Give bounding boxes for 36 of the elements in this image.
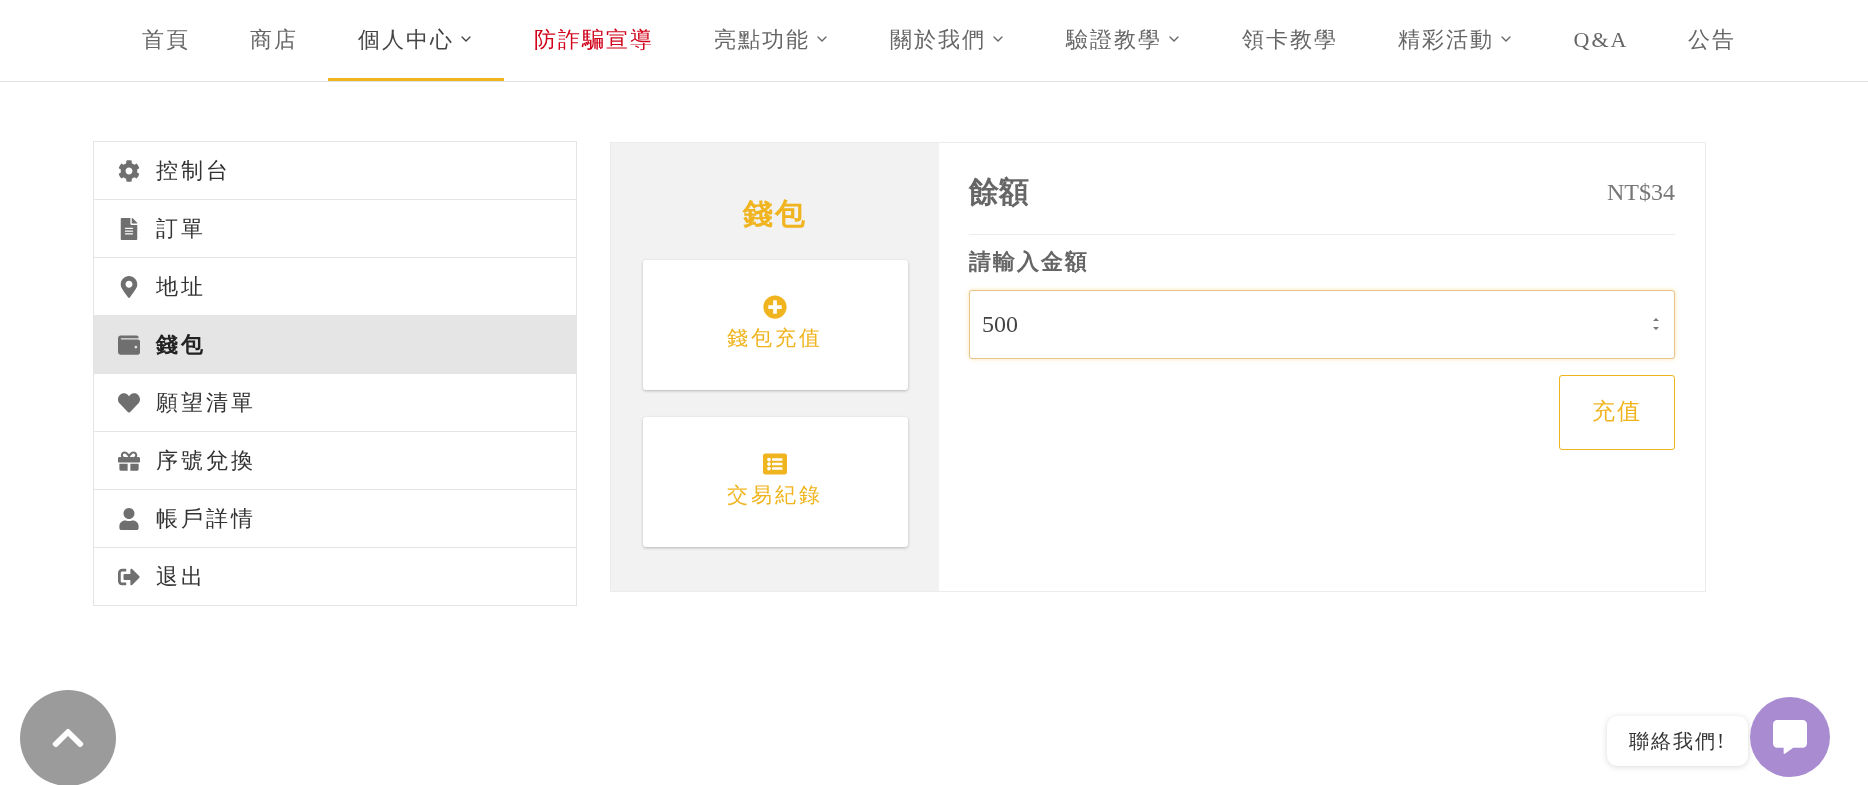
sidebar-item[interactable]: 願望清單 — [93, 373, 577, 432]
list-icon — [763, 452, 787, 477]
document-icon — [118, 217, 140, 240]
nav-link[interactable]: 精彩活動 — [1367, 0, 1544, 81]
nav-link[interactable]: 驗證教學 — [1035, 0, 1212, 81]
nav-link[interactable]: 關於我們 — [859, 0, 1036, 81]
contact-tooltip: 聯絡我們! — [1607, 716, 1748, 766]
amount-input-field[interactable]: 500 — [969, 290, 1675, 359]
sidebar-item[interactable]: 訂單 — [93, 199, 577, 258]
sidebar-item[interactable]: 序號兌換 — [93, 431, 577, 490]
gear-icon — [118, 159, 140, 182]
map-pin-icon — [118, 275, 140, 298]
balance-heading: 餘額 — [969, 174, 1029, 210]
sidebar-item[interactable]: 控制台 — [93, 141, 577, 200]
wallet-action-label: 錢包充值 — [727, 325, 823, 353]
amount-label: 請輸入金額 — [969, 248, 1090, 276]
balance-amount: NT$34 — [1607, 177, 1675, 207]
nav-link[interactable]: 防詐騙宣導 — [503, 0, 684, 81]
nav-link[interactable]: 亮點功能 — [683, 0, 860, 81]
chat-icon — [1773, 720, 1807, 754]
nav-link[interactable]: 領卡教學 — [1211, 0, 1368, 81]
gift-icon — [118, 449, 140, 472]
nav-link[interactable]: 首頁 — [111, 0, 220, 81]
person-icon — [118, 507, 140, 530]
nav-link[interactable]: 公告 — [1658, 0, 1767, 81]
sidebar-item[interactable]: 錢包 — [93, 315, 577, 374]
sidebar-item[interactable]: 帳戶詳情 — [93, 489, 577, 548]
sidebar-item[interactable]: 地址 — [93, 257, 577, 316]
heart-icon — [118, 391, 140, 414]
wallet-icon — [118, 333, 140, 356]
wallet-heading: 錢包 — [743, 196, 807, 232]
wallet-action-label: 交易紀錄 — [727, 482, 823, 510]
nav-link[interactable]: 商店 — [219, 0, 328, 81]
sidebar-item[interactable]: 退出 — [93, 547, 577, 606]
nav-link[interactable]: Q&A — [1543, 0, 1659, 81]
nav-link[interactable]: 個人中心 — [327, 0, 504, 81]
